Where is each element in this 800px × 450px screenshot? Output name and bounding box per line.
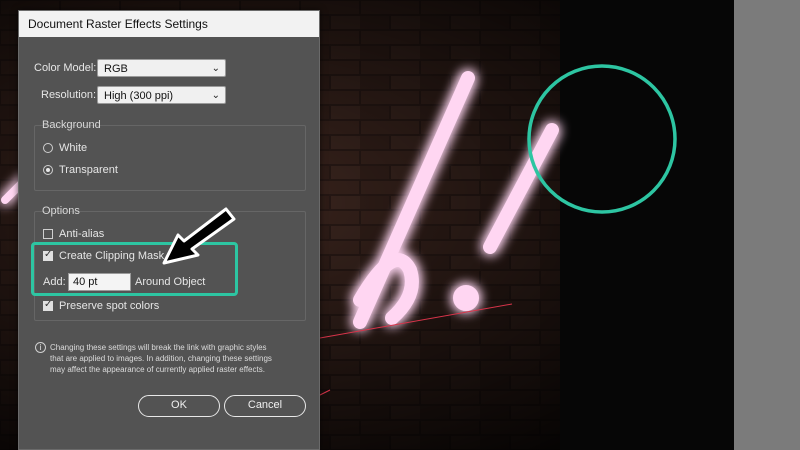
preserve-spot-colors-checkbox[interactable] bbox=[43, 299, 53, 311]
chevron-down-icon: ⌄ bbox=[211, 63, 220, 74]
ok-button[interactable]: OK bbox=[138, 395, 220, 417]
white-radio-label: White bbox=[59, 142, 88, 154]
dialog-title: Document Raster Effects Settings bbox=[19, 11, 319, 37]
cancel-button[interactable]: Cancel bbox=[224, 395, 306, 417]
side-panel bbox=[734, 0, 800, 450]
preserve-spot-colors-label: Preserve spot colors bbox=[59, 300, 160, 312]
background-group bbox=[34, 125, 306, 191]
info-icon: i bbox=[35, 342, 46, 353]
note-line-1: Changing these settings will break the l… bbox=[50, 343, 267, 352]
options-group-title: Options bbox=[42, 205, 80, 217]
note-line-3: may affect the appearance of currently a… bbox=[50, 365, 265, 374]
anti-alias-checkbox[interactable] bbox=[43, 229, 53, 239]
color-model-value: RGB bbox=[104, 63, 128, 75]
transparent-radio[interactable] bbox=[43, 165, 53, 175]
chevron-down-icon: ⌄ bbox=[211, 90, 220, 101]
pointer-arrow-icon bbox=[162, 207, 236, 265]
note-line-2: that are applied to images. In addition,… bbox=[50, 354, 272, 363]
background-group-title: Background bbox=[42, 119, 101, 131]
transparent-radio-label: Transparent bbox=[59, 164, 118, 176]
resolution-label: Resolution: bbox=[41, 89, 97, 101]
settings-warning-note: Changing these settings will break the l… bbox=[50, 342, 312, 375]
resolution-value: High (300 ppi) bbox=[104, 90, 174, 102]
color-model-label: Color Model: bbox=[34, 62, 97, 74]
anti-alias-label: Anti-alias bbox=[59, 228, 105, 240]
white-radio[interactable] bbox=[43, 143, 53, 153]
color-model-select[interactable]: RGB ⌄ bbox=[97, 59, 226, 77]
resolution-select[interactable]: High (300 ppi) ⌄ bbox=[97, 86, 226, 104]
